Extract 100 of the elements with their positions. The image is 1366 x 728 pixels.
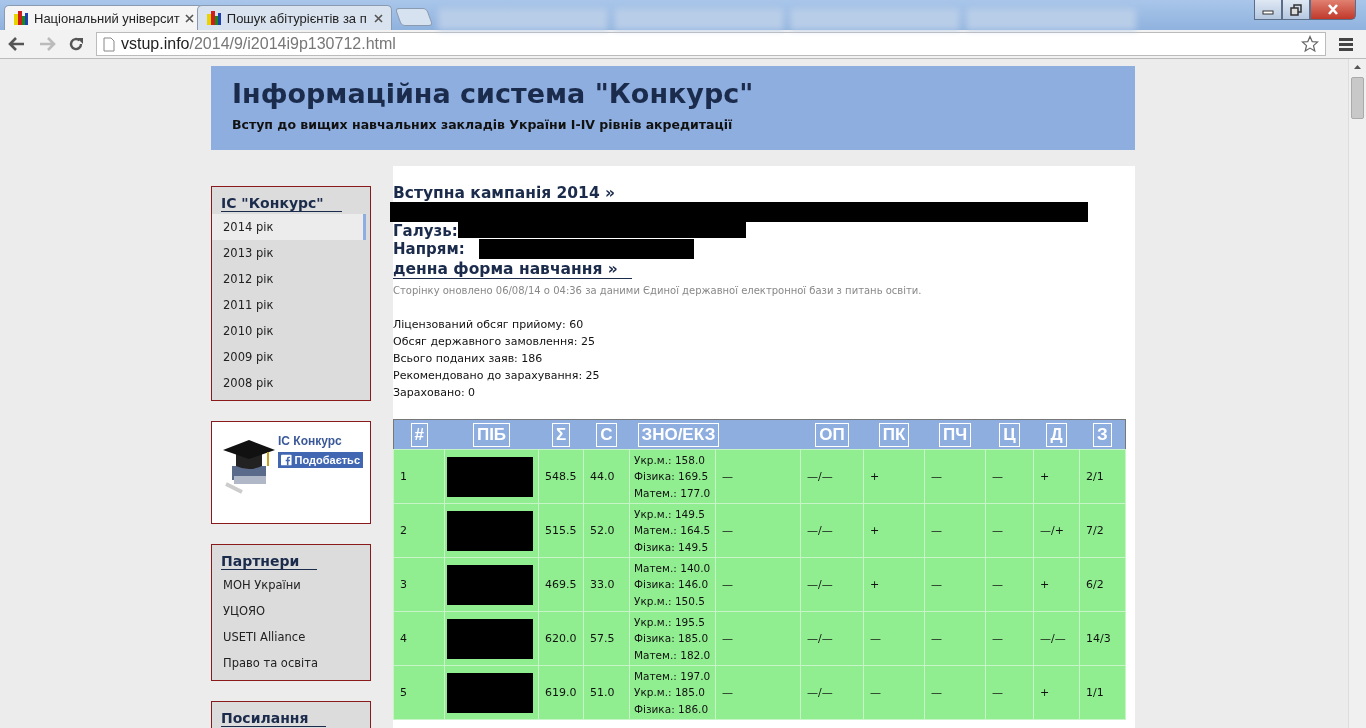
table-cell: —	[924, 665, 986, 720]
table-cell: 33.0	[583, 557, 630, 612]
table-cell: +	[863, 503, 925, 558]
page-name-link[interactable]: ІС Конкурс	[278, 434, 363, 448]
browser-tab[interactable]: Пошук абітурієнтів за п	[196, 5, 392, 30]
table-cell: 7/2	[1079, 503, 1126, 558]
year-link[interactable]: 2013 рік	[212, 240, 366, 266]
score-line: Матем.: 140.0	[634, 560, 711, 576]
partner-link[interactable]: УЦОЯО	[212, 598, 366, 624]
table-cell: +	[1033, 665, 1080, 720]
bar-chart-icon	[205, 10, 222, 26]
year-link[interactable]: 2009 рік	[212, 344, 366, 370]
score-line: Матем.: 197.0	[634, 668, 711, 684]
year-link[interactable]: 2014 рік	[212, 214, 366, 240]
panel-heading: Посилання	[221, 710, 327, 727]
statistic-line: Всього поданих заяв: 186	[393, 351, 544, 367]
score-line: Укр.м.: 150.5	[634, 593, 706, 609]
branch-label: Галузь:	[393, 222, 458, 240]
close-button[interactable]	[1310, 0, 1356, 20]
table-cell: —	[715, 503, 801, 558]
panel-heading: ІС "Конкурс"	[221, 195, 342, 212]
close-icon	[1327, 4, 1339, 15]
table-cell: +	[1033, 449, 1080, 504]
table-cell: —	[985, 665, 1034, 720]
table-cell: 44.0	[583, 449, 630, 504]
minimize-button[interactable]	[1254, 0, 1282, 20]
table-cell: 57.5	[583, 611, 630, 666]
score-line: Укр.м.: 149.5	[634, 506, 706, 522]
campaign-link[interactable]: Вступна кампанія 2014 »	[393, 184, 1135, 202]
like-button[interactable]: Подобаєтьс	[278, 452, 363, 468]
table-cell: 1/1	[1079, 665, 1126, 720]
statistic-line: Ліцензований обсяг прийому: 60	[393, 317, 585, 333]
restore-icon	[1290, 3, 1302, 16]
table-cell: 4	[393, 611, 445, 666]
year-link[interactable]: 2012 рік	[212, 266, 366, 292]
table-cell: —	[985, 611, 1034, 666]
score-line: Матем.: 164.5	[634, 523, 711, 539]
close-icon[interactable]	[373, 13, 383, 23]
direction-label: Напрям:	[393, 240, 465, 258]
table-cell: +	[863, 449, 925, 504]
address-bar[interactable]: vstup.info/2014/9/i2014i9p130712.html	[96, 32, 1326, 56]
score-line: Укр.м.: 185.0	[634, 685, 706, 701]
year-link[interactable]: 2008 рік	[212, 370, 366, 396]
table-cell: —/—	[800, 449, 864, 504]
table-cell: —	[985, 557, 1034, 612]
table-cell: 469.5	[538, 557, 584, 612]
table-cell: —	[985, 449, 1034, 504]
table-cell: —	[863, 611, 925, 666]
scrollbar-thumb[interactable]	[1351, 77, 1364, 119]
table-cell: —	[715, 557, 801, 612]
partner-link[interactable]: USETI Alliance	[212, 624, 366, 650]
table-cell: —	[715, 449, 801, 504]
table-cell: —	[715, 665, 801, 720]
table-cell: 6/2	[1079, 557, 1126, 612]
bar-chart-icon	[13, 10, 29, 26]
facebook-icon	[281, 454, 292, 466]
table-cell: —/—	[800, 611, 864, 666]
table-cell: +	[1033, 557, 1080, 612]
table-cell: 14/3	[1079, 611, 1126, 666]
score-line: Фізика: 146.0	[634, 577, 710, 593]
table-cell: 3	[393, 557, 445, 612]
reload-icon[interactable]	[68, 36, 84, 52]
table-cell: 620.0	[538, 611, 584, 666]
table-cell: 515.5	[538, 503, 584, 558]
table-cell: 2	[393, 503, 445, 558]
table-cell: 2/1	[1079, 449, 1126, 504]
score-line: Укр.м.: 158.0	[634, 452, 706, 468]
statistic-line: Зараховано: 0	[393, 385, 477, 401]
score-line: Матем.: 177.0	[634, 485, 711, 501]
statistic-line: Рекомендовано до зарахування: 25	[393, 368, 601, 384]
table-cell: —	[924, 611, 986, 666]
menu-icon[interactable]	[1338, 37, 1354, 51]
score-line: Фізика: 169.5	[634, 469, 710, 485]
partner-link[interactable]: МОН України	[212, 572, 366, 598]
year-link[interactable]: 2011 рік	[212, 292, 366, 318]
update-note: Сторінку оновлено 06/08/14 о 04:36 за даними Єдиної державної електронної бази з питань освіти.	[393, 285, 923, 296]
panel-heading: Партнери	[221, 553, 318, 570]
table-cell: —	[924, 557, 986, 612]
table-cell: 548.5	[538, 449, 584, 504]
study-form-link[interactable]: денна форма навчання »	[393, 260, 632, 279]
star-icon[interactable]	[1301, 35, 1319, 53]
site-title: Інформаційна система "Конкурс"	[232, 78, 755, 109]
table-cell: —/+	[1033, 503, 1080, 558]
partner-link[interactable]: Право та освіта	[212, 650, 366, 676]
year-link[interactable]: 2010 рік	[212, 318, 366, 344]
back-icon[interactable]	[8, 36, 26, 52]
table-cell: 51.0	[583, 665, 630, 720]
table-cell: 52.0	[583, 503, 630, 558]
statistic-line: Обсяг державного замовлення: 25	[393, 334, 596, 350]
table-cell: —	[924, 449, 986, 504]
table-cell: 619.0	[538, 665, 584, 720]
table-cell: 5	[393, 665, 445, 720]
page-icon	[103, 36, 115, 52]
table-cell: —	[924, 503, 986, 558]
table-cell: —	[863, 665, 925, 720]
close-icon[interactable]	[184, 13, 194, 23]
restore-button[interactable]	[1282, 0, 1310, 20]
table-cell: —/—	[800, 665, 864, 720]
table-cell: —/—	[800, 503, 864, 558]
score-line: Матем.: 182.0	[634, 647, 711, 663]
